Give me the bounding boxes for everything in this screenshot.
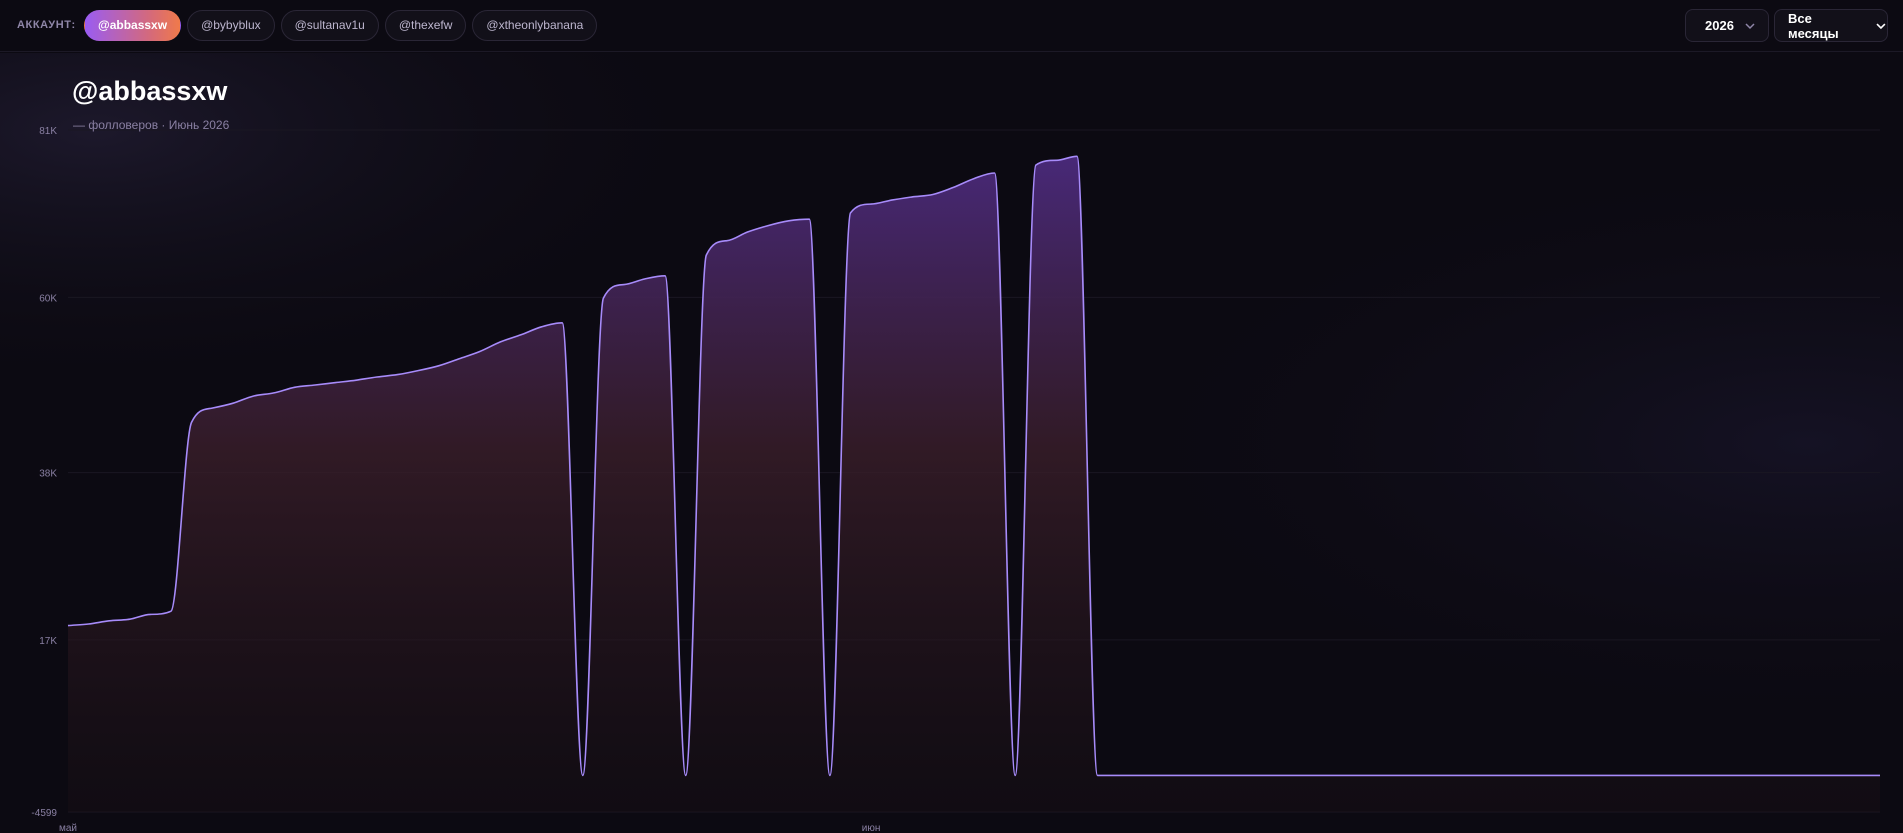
y-tick-label: 60K bbox=[39, 293, 57, 304]
chart-title: @abbassxw bbox=[72, 76, 228, 106]
app-root: АККАУНТ: @abbassxw @bybyblux @sultanav1u… bbox=[0, 0, 1903, 833]
follower-chart: 81K 60K 38K 17K -4599май июн bbox=[0, 53, 1903, 833]
y-tick-label: 38K bbox=[39, 469, 57, 480]
y-tick-label: 17K bbox=[39, 636, 57, 647]
x-tick-label: май bbox=[59, 823, 77, 833]
x-tick-label: июн bbox=[862, 823, 881, 833]
chart-subtitle: — фолловеров · Июнь 2026 bbox=[73, 118, 230, 132]
y-tick-label: 81K bbox=[39, 126, 57, 137]
y-tick-label: -4599 bbox=[31, 808, 57, 819]
